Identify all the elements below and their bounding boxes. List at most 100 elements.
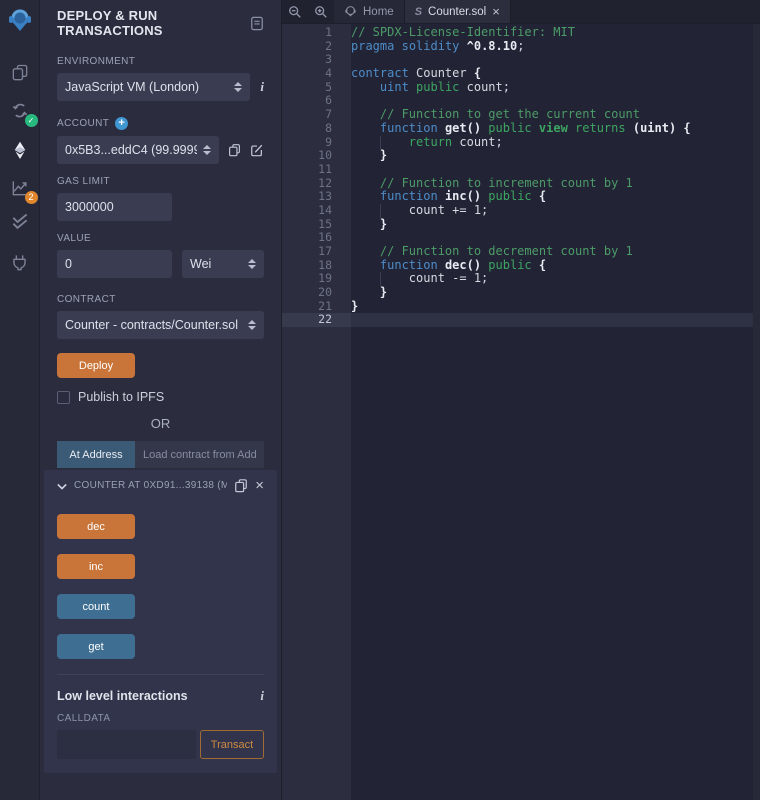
account-select[interactable]: 0x5B3...eddC4 (99.99999999 bbox=[57, 136, 219, 164]
instance-collapse-chevron-icon[interactable] bbox=[57, 479, 67, 493]
gas-limit-value: 3000000 bbox=[65, 200, 114, 214]
code-line-22[interactable]: 22 bbox=[282, 313, 760, 327]
panel-title: DEPLOY & RUN TRANSACTIONS bbox=[57, 8, 250, 38]
code-line-18[interactable]: 18 function dec() public { bbox=[282, 259, 760, 273]
line-content bbox=[351, 163, 760, 177]
value-unit-select[interactable]: Wei bbox=[182, 250, 264, 278]
sign-message-icon[interactable] bbox=[250, 143, 264, 157]
copy-account-icon[interactable] bbox=[228, 143, 241, 157]
tab-counter-sol[interactable]: S Counter.sol × bbox=[405, 0, 511, 23]
line-content: } bbox=[351, 286, 760, 300]
count-function-button[interactable]: count bbox=[57, 594, 135, 619]
transact-button[interactable]: Transact bbox=[200, 730, 264, 759]
deploy-and-run-icon[interactable] bbox=[8, 138, 32, 162]
code-line-17[interactable]: 17 // Function to decrement count by 1 bbox=[282, 245, 760, 259]
code-line-8[interactable]: 8 function get() public view returns (ui… bbox=[282, 122, 760, 136]
copy-address-icon[interactable] bbox=[234, 478, 248, 493]
code-editor: Home S Counter.sol × 1// SPDX-License-Id… bbox=[282, 0, 760, 800]
low-level-title: Low level interactions bbox=[57, 689, 188, 703]
at-address-button[interactable]: At Address bbox=[57, 441, 135, 468]
line-content: count += 1; bbox=[351, 204, 760, 218]
line-number: 12 bbox=[282, 177, 351, 191]
tab-home[interactable]: Home bbox=[334, 0, 405, 23]
line-number: 13 bbox=[282, 190, 351, 204]
line-number: 9 bbox=[282, 136, 351, 150]
calldata-input[interactable] bbox=[57, 730, 196, 759]
code-line-10[interactable]: 10 } bbox=[282, 149, 760, 163]
editor-tabbar: Home S Counter.sol × bbox=[282, 0, 760, 24]
code-line-19[interactable]: 19 count -= 1; bbox=[282, 272, 760, 286]
value-label: VALUE bbox=[57, 233, 264, 244]
line-number: 2 bbox=[282, 40, 351, 54]
line-number: 8 bbox=[282, 122, 351, 136]
file-explorer-icon[interactable] bbox=[8, 61, 32, 85]
code-lines: 1// SPDX-License-Identifier: MIT2pragma … bbox=[282, 26, 760, 327]
zoom-out-icon[interactable] bbox=[282, 0, 308, 23]
at-address-input[interactable] bbox=[135, 441, 264, 468]
inc-function-button[interactable]: inc bbox=[57, 554, 135, 579]
deploy-button[interactable]: Deploy bbox=[57, 353, 135, 378]
line-number: 21 bbox=[282, 300, 351, 314]
contract-value: Counter - contracts/Counter.sol bbox=[65, 318, 242, 332]
line-number: 14 bbox=[282, 204, 351, 218]
zoom-in-icon[interactable] bbox=[308, 0, 334, 23]
account-label: ACCOUNT + bbox=[57, 117, 264, 130]
solidity-compiler-icon[interactable]: ✓ bbox=[8, 99, 32, 123]
line-number: 18 bbox=[282, 259, 351, 273]
remix-logo-icon[interactable] bbox=[6, 6, 34, 34]
code-line-9[interactable]: 9 return count; bbox=[282, 136, 760, 150]
code-line-11[interactable]: 11 bbox=[282, 163, 760, 177]
value-amount: 0 bbox=[65, 257, 72, 271]
gas-limit-input[interactable]: 3000000 bbox=[57, 193, 172, 221]
code-line-6[interactable]: 6 bbox=[282, 94, 760, 108]
add-account-icon[interactable]: + bbox=[115, 117, 128, 130]
code-line-14[interactable]: 14 count += 1; bbox=[282, 204, 760, 218]
contract-select[interactable]: Counter - contracts/Counter.sol bbox=[57, 311, 264, 339]
code-line-5[interactable]: 5 uint public count; bbox=[282, 81, 760, 95]
code-line-20[interactable]: 20 } bbox=[282, 286, 760, 300]
code-line-7[interactable]: 7 // Function to get the current count bbox=[282, 108, 760, 122]
line-number: 16 bbox=[282, 231, 351, 245]
dec-function-button[interactable]: dec bbox=[57, 514, 135, 539]
remix-ide-window: ✓ 2 bbox=[0, 0, 760, 800]
code-line-13[interactable]: 13 function inc() public { bbox=[282, 190, 760, 204]
deploy-run-panel: DEPLOY & RUN TRANSACTIONS ENVIRONMENT Ja… bbox=[40, 0, 282, 800]
line-content: pragma solidity ^0.8.10; bbox=[351, 40, 760, 54]
code-line-12[interactable]: 12 // Function to increment count by 1 bbox=[282, 177, 760, 191]
get-function-button[interactable]: get bbox=[57, 634, 135, 659]
code-line-15[interactable]: 15 } bbox=[282, 218, 760, 232]
remix-home-icon bbox=[344, 5, 357, 18]
line-content bbox=[351, 231, 760, 245]
line-content: } bbox=[351, 149, 760, 163]
low-level-info-icon[interactable]: i bbox=[260, 688, 264, 704]
line-content bbox=[351, 53, 760, 67]
tab-home-label: Home bbox=[363, 6, 394, 18]
line-number: 17 bbox=[282, 245, 351, 259]
instance-title: COUNTER AT 0XD91...39138 (MEMORY bbox=[74, 480, 227, 491]
code-line-16[interactable]: 16 bbox=[282, 231, 760, 245]
line-content: } bbox=[351, 218, 760, 232]
publish-ipfs-checkbox[interactable] bbox=[57, 391, 70, 404]
environment-select[interactable]: JavaScript VM (London) bbox=[57, 73, 250, 101]
plugin-manager-icon[interactable] bbox=[8, 250, 32, 274]
editor-scrollbar[interactable] bbox=[753, 24, 760, 800]
code-area[interactable]: 1// SPDX-License-Identifier: MIT2pragma … bbox=[282, 24, 760, 800]
code-line-3[interactable]: 3 bbox=[282, 53, 760, 67]
static-analysis-icon[interactable]: 2 bbox=[8, 176, 32, 200]
gas-limit-label: GAS LIMIT bbox=[57, 176, 264, 187]
docs-link-icon[interactable] bbox=[250, 16, 264, 31]
calldata-label: CALLDATA bbox=[57, 713, 264, 724]
unit-testing-icon[interactable] bbox=[8, 210, 32, 234]
line-content: function get() public view returns (uint… bbox=[351, 122, 760, 136]
code-line-1[interactable]: 1// SPDX-License-Identifier: MIT bbox=[282, 26, 760, 40]
close-instance-icon[interactable]: × bbox=[255, 480, 264, 492]
tab-counter-sol-label: Counter.sol bbox=[428, 6, 486, 18]
code-line-4[interactable]: 4contract Counter { bbox=[282, 67, 760, 81]
select-arrows-icon bbox=[203, 145, 211, 155]
line-content: return count; bbox=[351, 136, 760, 150]
environment-info-icon[interactable]: i bbox=[260, 79, 264, 95]
code-line-21[interactable]: 21} bbox=[282, 300, 760, 314]
value-input[interactable]: 0 bbox=[57, 250, 172, 278]
close-tab-icon[interactable]: × bbox=[492, 7, 500, 17]
code-line-2[interactable]: 2pragma solidity ^0.8.10; bbox=[282, 40, 760, 54]
